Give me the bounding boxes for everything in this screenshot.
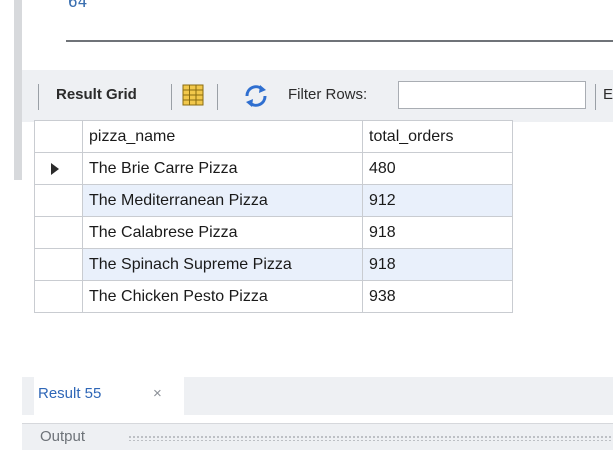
cell-total-orders[interactable]: 480	[362, 152, 513, 185]
cell-pizza-name[interactable]: The Calabrese Pizza	[82, 216, 363, 249]
form-grid-icon[interactable]	[181, 84, 205, 106]
table-row[interactable]: The Mediterranean Pizza 912	[34, 184, 513, 217]
toolbar-separator	[217, 84, 218, 110]
header-row: pizza_name total_orders	[34, 120, 513, 153]
filter-rows-label: Filter Rows:	[288, 86, 368, 103]
cell-pizza-name[interactable]: The Mediterranean Pizza	[82, 184, 363, 217]
output-grip-handle[interactable]	[128, 435, 613, 441]
cell-pizza-name[interactable]: The Spinach Supreme Pizza	[82, 248, 363, 281]
toolbar-truncated-label[interactable]: E	[603, 86, 613, 103]
column-header-pizza-name[interactable]: pizza_name	[82, 120, 363, 153]
result-grid-button[interactable]: Result Grid	[56, 86, 137, 103]
cell-total-orders[interactable]: 912	[362, 184, 513, 217]
table-row[interactable]: The Chicken Pesto Pizza 938	[34, 280, 513, 313]
output-label: Output	[40, 428, 86, 445]
toolbar-separator	[171, 84, 172, 110]
close-tab-icon[interactable]: ×	[153, 385, 162, 402]
sql-editor[interactable]	[22, 0, 613, 70]
toolbar-separator	[595, 84, 596, 110]
editor-divider	[66, 40, 613, 42]
row-selector[interactable]	[34, 216, 83, 249]
cell-total-orders[interactable]: 918	[362, 248, 513, 281]
row-selector[interactable]	[34, 280, 83, 313]
row-selector[interactable]	[34, 152, 83, 185]
toolbar-separator	[38, 84, 39, 110]
current-row-arrow-icon	[51, 163, 59, 175]
cell-pizza-name[interactable]: The Chicken Pesto Pizza	[82, 280, 363, 313]
editor-line-number: 64	[68, 0, 88, 11]
left-margin	[0, 0, 14, 449]
table-row[interactable]: The Spinach Supreme Pizza 918	[34, 248, 513, 281]
table-row[interactable]: The Brie Carre Pizza 480	[34, 152, 513, 185]
table-row[interactable]: The Calabrese Pizza 918	[34, 216, 513, 249]
refresh-icon[interactable]	[243, 84, 269, 108]
row-selector[interactable]	[34, 248, 83, 281]
cell-total-orders[interactable]: 918	[362, 216, 513, 249]
cell-pizza-name[interactable]: The Brie Carre Pizza	[82, 152, 363, 185]
tab-result-55-label[interactable]: Result 55	[38, 385, 101, 402]
column-header-total-orders[interactable]: total_orders	[362, 120, 513, 153]
row-header-corner	[34, 120, 83, 153]
sidebar-strip	[14, 0, 22, 180]
row-selector[interactable]	[34, 184, 83, 217]
cell-total-orders[interactable]: 938	[362, 280, 513, 313]
filter-rows-input[interactable]	[398, 81, 586, 109]
result-grid: pizza_name total_orders The Brie Carre P…	[34, 120, 513, 313]
